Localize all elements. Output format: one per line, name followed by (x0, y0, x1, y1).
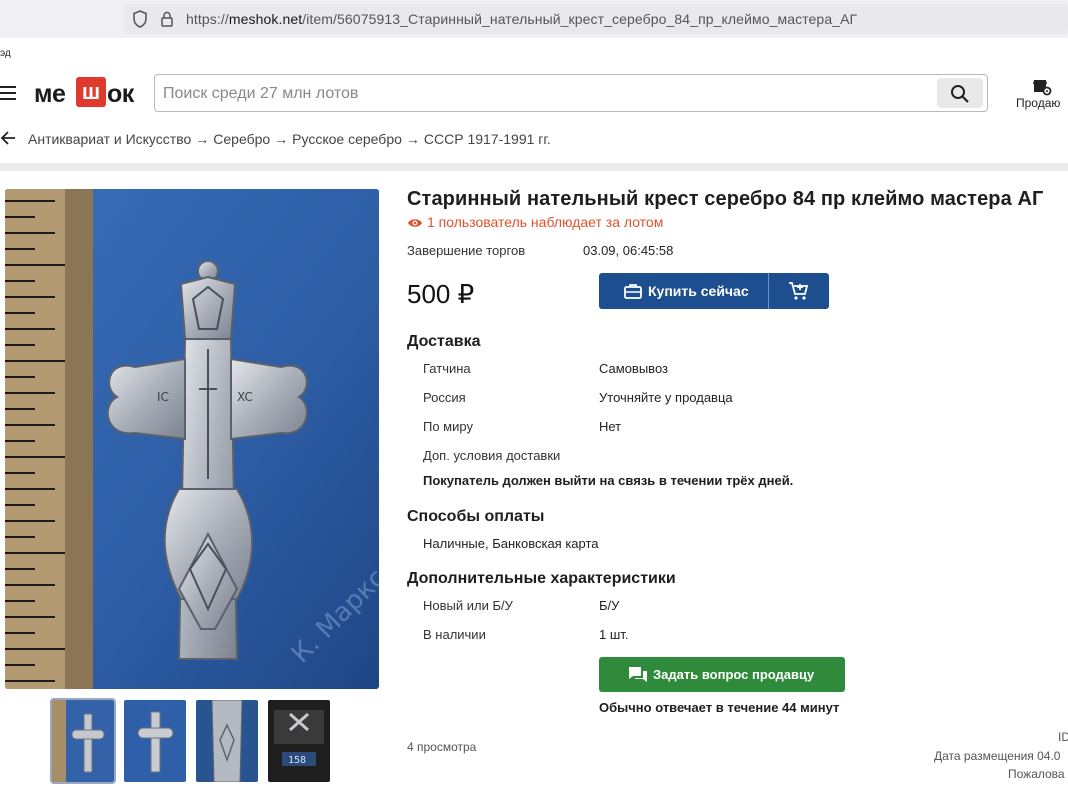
url-text[interactable]: https://meshok.net/item/56075913_Старинн… (186, 11, 857, 27)
watchers-text: 1 пользователь наблюдает за лотом (427, 214, 664, 230)
add-to-cart-icon (789, 282, 809, 300)
breadcrumb: Антиквариат и Искусство → Серебро → Русское … (28, 131, 551, 147)
breadcrumb-item[interactable]: СССР 1917-1991 гг. (424, 131, 551, 147)
url-path: /item/56075913_Старинный_нательный_крест… (302, 11, 858, 27)
back-arrow-icon[interactable] (0, 130, 16, 146)
seller-reply-time: Обычно отвечает в течение 44 минут (599, 700, 840, 715)
delivery-extra-label: Доп. условия доставки (423, 448, 561, 463)
logo-text-left: ме (34, 80, 66, 108)
url-host: meshok.net (228, 11, 303, 27)
breadcrumb-separator: → (195, 131, 210, 147)
complain-link[interactable]: Пожалова (1008, 767, 1065, 781)
eye-icon (408, 219, 422, 227)
lot-price: 500 ₽ (407, 279, 475, 309)
browser-toolbar: https://meshok.net/item/56075913_Старинн… (0, 0, 1068, 38)
search-box (154, 74, 988, 112)
breadcrumb-item[interactable]: Антиквариат и Искусство (28, 131, 191, 147)
logo-text-right: ок (107, 80, 134, 108)
auction-end-value: 03.09, 06:45:58 (583, 243, 674, 258)
delivery-option: Самовывоз (599, 361, 668, 376)
delivery-extra-note: Покупатель должен выйти на связь в течен… (423, 473, 794, 488)
scale-reading: 158 (288, 755, 306, 766)
store-gear-icon (1033, 80, 1052, 96)
characteristic-label: В наличии (423, 627, 486, 642)
logo-bag-letter: ш (76, 77, 106, 107)
ask-seller-button[interactable]: Задать вопрос продавцу (599, 657, 845, 692)
briefcase-icon (624, 284, 642, 299)
lot-id-label: ID (1058, 730, 1068, 744)
characteristic-label: Новый или Б/У (423, 598, 513, 613)
site-logo[interactable]: ме ш ок (34, 76, 136, 110)
thumbnail-scale-image: 158 (268, 700, 330, 782)
lock-icon[interactable] (160, 10, 174, 28)
delivery-heading: Доставка (407, 333, 481, 350)
svg-text:XC: XC (237, 390, 253, 404)
thumbnail-1[interactable] (50, 698, 116, 784)
ask-seller-label: Задать вопрос продавцу (653, 667, 815, 682)
characteristic-value: Б/У (599, 598, 620, 613)
views-count: 4 просмотра (407, 740, 477, 754)
chat-icon (629, 667, 647, 682)
url-prefix: https:// (186, 11, 229, 27)
menu-icon[interactable] (0, 86, 16, 100)
search-button[interactable] (937, 78, 983, 108)
thumbnail-closeup-image (196, 700, 258, 782)
buy-now-button[interactable]: Купить сейчас (599, 273, 768, 309)
thumbnail-cross-back-image (124, 700, 186, 782)
payment-methods: Наличные, Банковская карта (423, 536, 599, 551)
breadcrumb-item[interactable]: Серебро (213, 131, 270, 147)
thumbnail-cross-image (52, 700, 114, 782)
delivery-option: Нет (599, 419, 622, 434)
payment-heading: Способы оплаты (407, 508, 545, 525)
breadcrumb-separator: → (274, 131, 289, 147)
delivery-location: Россия (423, 390, 466, 405)
characteristic-value: 1 шт. (599, 627, 629, 642)
main-product-photo[interactable]: IC XC К. Маркс (5, 189, 379, 689)
sell-link[interactable]: Продаю (1012, 76, 1068, 116)
lot-title: Старинный нательный крест серебро 84 пр … (407, 188, 1044, 210)
thumbnail-3[interactable] (196, 700, 258, 782)
delivery-location: Гатчина (423, 361, 471, 376)
posted-date: Дата размещения 04.0 (934, 749, 1061, 763)
sell-label: Продаю (1016, 96, 1061, 110)
delivery-option: Уточняйте у продавца (599, 390, 733, 405)
add-to-cart-button[interactable] (769, 273, 829, 309)
thumbnail-2[interactable] (124, 700, 186, 782)
search-input[interactable] (163, 83, 923, 105)
buy-now-label: Купить сейчас (648, 283, 749, 299)
breadcrumb-item[interactable]: Русское серебро (292, 131, 402, 147)
auction-end-label: Завершение торгов (407, 243, 526, 258)
search-icon (951, 85, 969, 103)
header-divider (0, 163, 1068, 171)
watchers-info: 1 пользователь наблюдает за лотом (407, 214, 663, 230)
characteristics-heading: Дополнительные характеристики (407, 570, 676, 587)
svg-text:IC: IC (157, 390, 169, 404)
cross-photo-image: IC XC К. Маркс (5, 189, 379, 689)
shield-icon[interactable] (132, 10, 148, 28)
delivery-location: По миру (423, 419, 473, 434)
thumbnail-4[interactable]: 158 (268, 700, 330, 782)
buy-button-group: Купить сейчас (599, 273, 829, 309)
edge-text: эд (0, 48, 11, 59)
breadcrumb-separator: → (405, 131, 420, 147)
